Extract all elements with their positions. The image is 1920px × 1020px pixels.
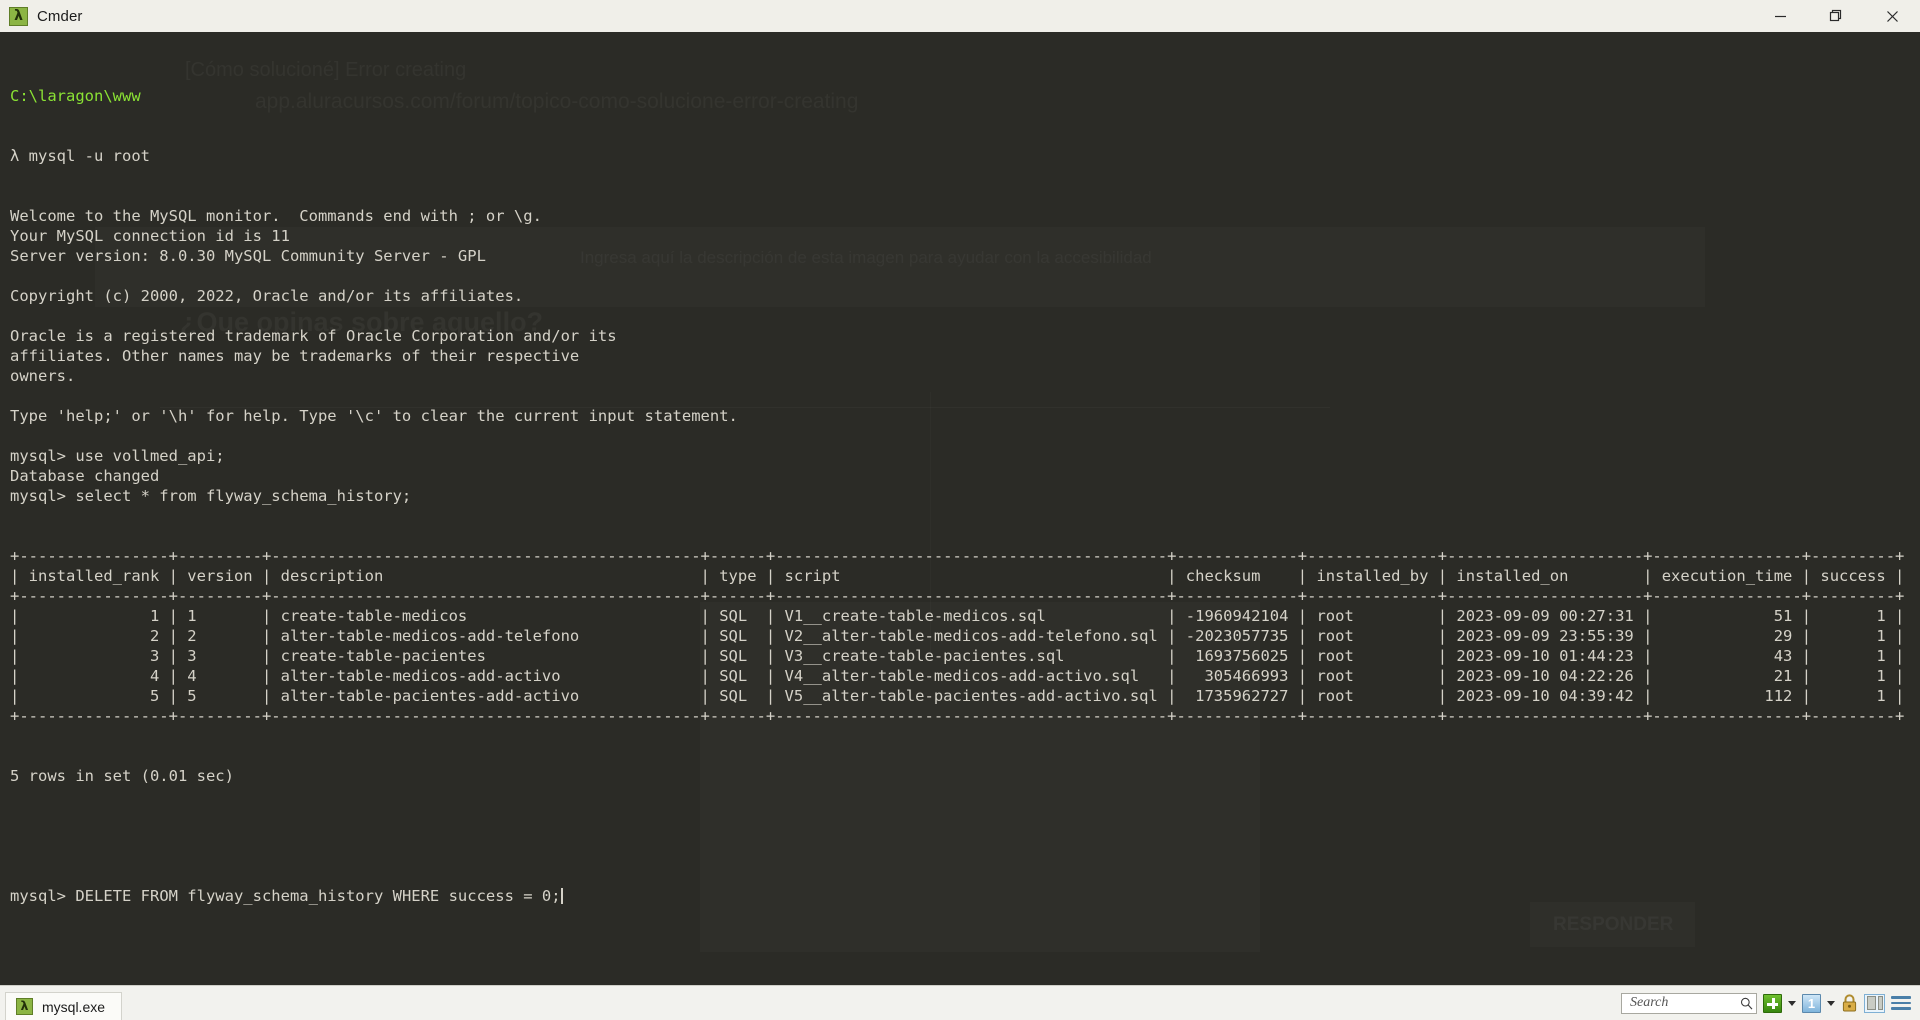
output-line: Your MySQL connection id is 11 [10,227,290,245]
search-icon[interactable] [1740,996,1753,1011]
split-pane-icon [1864,993,1885,1013]
output-line: Welcome to the MySQL monitor. Commands e… [10,207,542,225]
active-console-dropdown[interactable] [1827,1000,1835,1006]
mysql-prompt: mysql> [10,887,76,905]
lambda-icon: λ [9,6,28,26]
search-input[interactable] [1628,994,1740,1012]
output-line: mysql> use vollmed_api; [10,447,225,465]
plus-icon [1763,993,1782,1013]
table-row: | 4 | 4 | alter-table-medicos-add-activo… [10,667,1905,685]
output-line: Oracle is a registered trademark of Orac… [10,327,617,345]
lambda-prompt: λ [10,147,20,165]
mysql-command: mysql -u root [19,147,150,165]
terminal-output[interactable]: C:\laragon\www λ mysql -u root Welcome t… [0,32,1920,946]
table-border: +----------------+---------+------------… [10,547,1905,565]
table-border: +----------------+---------+------------… [10,707,1905,725]
minimize-button[interactable] [1752,0,1808,32]
tab-label: mysql.exe [42,998,106,1015]
lock-icon [1842,993,1857,1011]
lambda-icon: λ [16,998,33,1015]
output-line: owners. [10,367,76,385]
final-command-line[interactable]: mysql> DELETE FROM flyway_schema_history… [10,886,1910,906]
table-row: | 3 | 3 | create-table-pacientes | SQL |… [10,647,1905,665]
tab-mysql-exe[interactable]: λ mysql.exe [5,991,123,1020]
close-button[interactable] [1864,0,1920,32]
cmder-window: λ Cmder C:\laragon\www λ mysql -u root W… [0,0,1920,1020]
title-bar[interactable]: λ Cmder [0,0,1920,32]
text-cursor [560,888,563,904]
console-tabs: λ mysql.exe [0,986,123,1020]
table-row: | 5 | 5 | alter-table-pacientes-add-acti… [10,687,1905,705]
command-line-1: λ mysql -u root [10,146,1910,166]
minimize-icon [1774,15,1786,17]
restore-button[interactable] [1808,0,1864,32]
output-lines: Welcome to the MySQL monitor. Commands e… [10,206,1910,506]
search-box[interactable] [1621,992,1757,1014]
output-line: Copyright (c) 2000, 2022, Oracle and/or … [10,287,524,305]
prompt-path-line: C:\laragon\www [10,86,1910,106]
result-summary: 5 rows in set (0.01 sec) [10,767,234,785]
table-border: +----------------+---------+------------… [10,587,1905,605]
new-console-dropdown[interactable] [1788,1000,1796,1006]
split-pane-button[interactable] [1864,993,1885,1013]
output-line: Database changed [10,467,160,485]
lock-button[interactable] [1841,993,1858,1013]
restore-icon [1829,9,1842,22]
menu-button[interactable] [1891,996,1911,1010]
table-header: | installed_rank | version | description… [10,567,1905,585]
title-bar-left: λ Cmder [0,6,83,26]
chevron-down-icon [1788,1000,1796,1006]
active-console-button[interactable]: 1 [1802,993,1821,1013]
console-number-icon: 1 [1802,993,1821,1013]
status-bar-controls: 1 [1621,992,1920,1014]
close-icon [1886,10,1898,22]
window-title: Cmder [37,7,83,25]
table-row: | 1 | 1 | create-table-medicos | SQL | V… [10,607,1905,625]
hamburger-menu-icon [1891,996,1911,1010]
output-line: affiliates. Other names may be trademark… [10,347,580,365]
prompt-path: C:\laragon\www [10,87,141,105]
delete-command: DELETE FROM flyway_schema_history WHERE … [75,887,561,905]
output-line: mysql> select * from flyway_schema_histo… [10,487,412,505]
result-table: +----------------+---------+------------… [10,546,1910,726]
window-controls [1752,0,1920,32]
terminal-area[interactable]: [Cómo solucioné] Error creating app.alur… [0,32,1920,985]
output-line: Server version: 8.0.30 MySQL Community S… [10,247,486,265]
new-console-button[interactable] [1763,993,1782,1013]
chevron-down-icon [1827,1000,1835,1006]
table-row: | 2 | 2 | alter-table-medicos-add-telefo… [10,627,1905,645]
status-bar: λ mysql.exe 1 [0,985,1920,1020]
output-line: Type 'help;' or '\h' for help. Type '\c'… [10,407,738,425]
